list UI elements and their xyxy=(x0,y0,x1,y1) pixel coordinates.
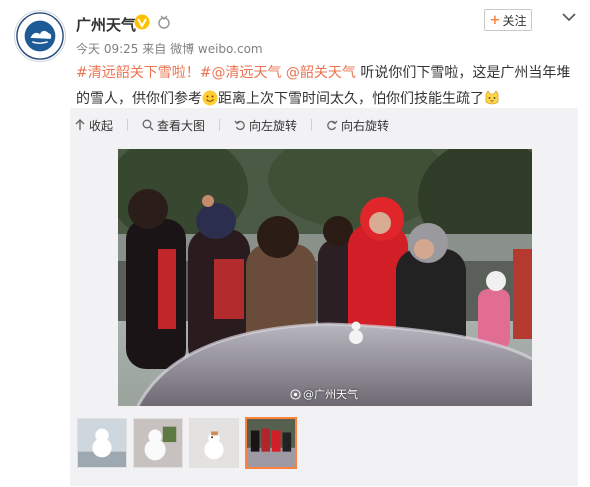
mention-link[interactable]: @韶关天气 xyxy=(286,65,356,81)
main-photo[interactable] xyxy=(118,149,532,406)
thumbnail[interactable] xyxy=(77,418,127,468)
weibo-eye-icon xyxy=(290,388,301,400)
snowman-thumb-3 xyxy=(190,419,238,467)
medal-icon[interactable] xyxy=(156,14,172,30)
follow-button[interactable]: + 关注 xyxy=(484,9,532,31)
toolbar-divider xyxy=(219,119,221,131)
rotate-right-icon xyxy=(327,120,338,131)
author-name[interactable]: 广州天气 xyxy=(76,14,136,35)
thumbnail[interactable] xyxy=(189,418,239,468)
collapse-button[interactable]: 收起 xyxy=(74,117,113,134)
follow-label: 关注 xyxy=(502,13,527,28)
topic-link[interactable]: #清远韶关下雪啦！# xyxy=(76,65,211,81)
plus-icon: + xyxy=(489,12,501,28)
thumbnail[interactable] xyxy=(133,418,183,468)
rotate-right-button[interactable]: 向右旋转 xyxy=(326,117,389,134)
post-time[interactable]: 今天 09:25 xyxy=(76,42,138,56)
media-toolbar: 收起 查看大图 向左旋转 向右旋转 xyxy=(74,114,389,136)
thumbnail-active[interactable] xyxy=(245,417,297,469)
rotate-left-button[interactable]: 向左旋转 xyxy=(234,117,297,134)
mention-link[interactable]: @清远天气 xyxy=(211,65,281,81)
post-meta: 今天 09:25 来自 微博 weibo.com xyxy=(76,40,263,57)
zoom-icon xyxy=(142,119,154,131)
avatar-logo-icon xyxy=(16,12,64,60)
toolbar-divider xyxy=(311,119,313,131)
collapse-icon xyxy=(75,119,85,130)
watermark: @广州天气 xyxy=(290,386,358,402)
view-large-label: 查看大图 xyxy=(157,118,206,133)
crowd-thumb xyxy=(247,419,295,467)
watermark-text: @广州天气 xyxy=(303,388,358,401)
crowd-photo xyxy=(118,149,532,406)
chevron-down-icon[interactable] xyxy=(562,12,576,22)
rotate-right-label: 向右旋转 xyxy=(341,118,390,133)
rotate-left-label: 向左旋转 xyxy=(249,118,298,133)
post-source[interactable]: 微博 weibo.com xyxy=(170,42,263,56)
thumbnail-strip xyxy=(77,417,297,469)
text-body-2: 距离上次下雪时间太久，怕你们技能生疏了 xyxy=(218,91,484,107)
rotate-left-icon xyxy=(234,120,245,131)
author-avatar[interactable] xyxy=(14,10,66,62)
view-large-button[interactable]: 查看大图 xyxy=(142,117,205,134)
snowman-thumb-1 xyxy=(78,419,126,467)
snowman-thumb-2 xyxy=(134,419,182,467)
smile-emoji-icon xyxy=(202,90,218,106)
source-prefix: 来自 xyxy=(142,42,167,56)
post-text: #清远韶关下雪啦！#@清远天气 @韶关天气 听说你们下雪啦，这是广州当年堆的雪人… xyxy=(76,60,576,112)
collapse-label: 收起 xyxy=(89,118,114,133)
verified-v-icon xyxy=(134,14,150,30)
toolbar-divider xyxy=(127,119,129,131)
cat-emoji-icon xyxy=(485,90,499,105)
